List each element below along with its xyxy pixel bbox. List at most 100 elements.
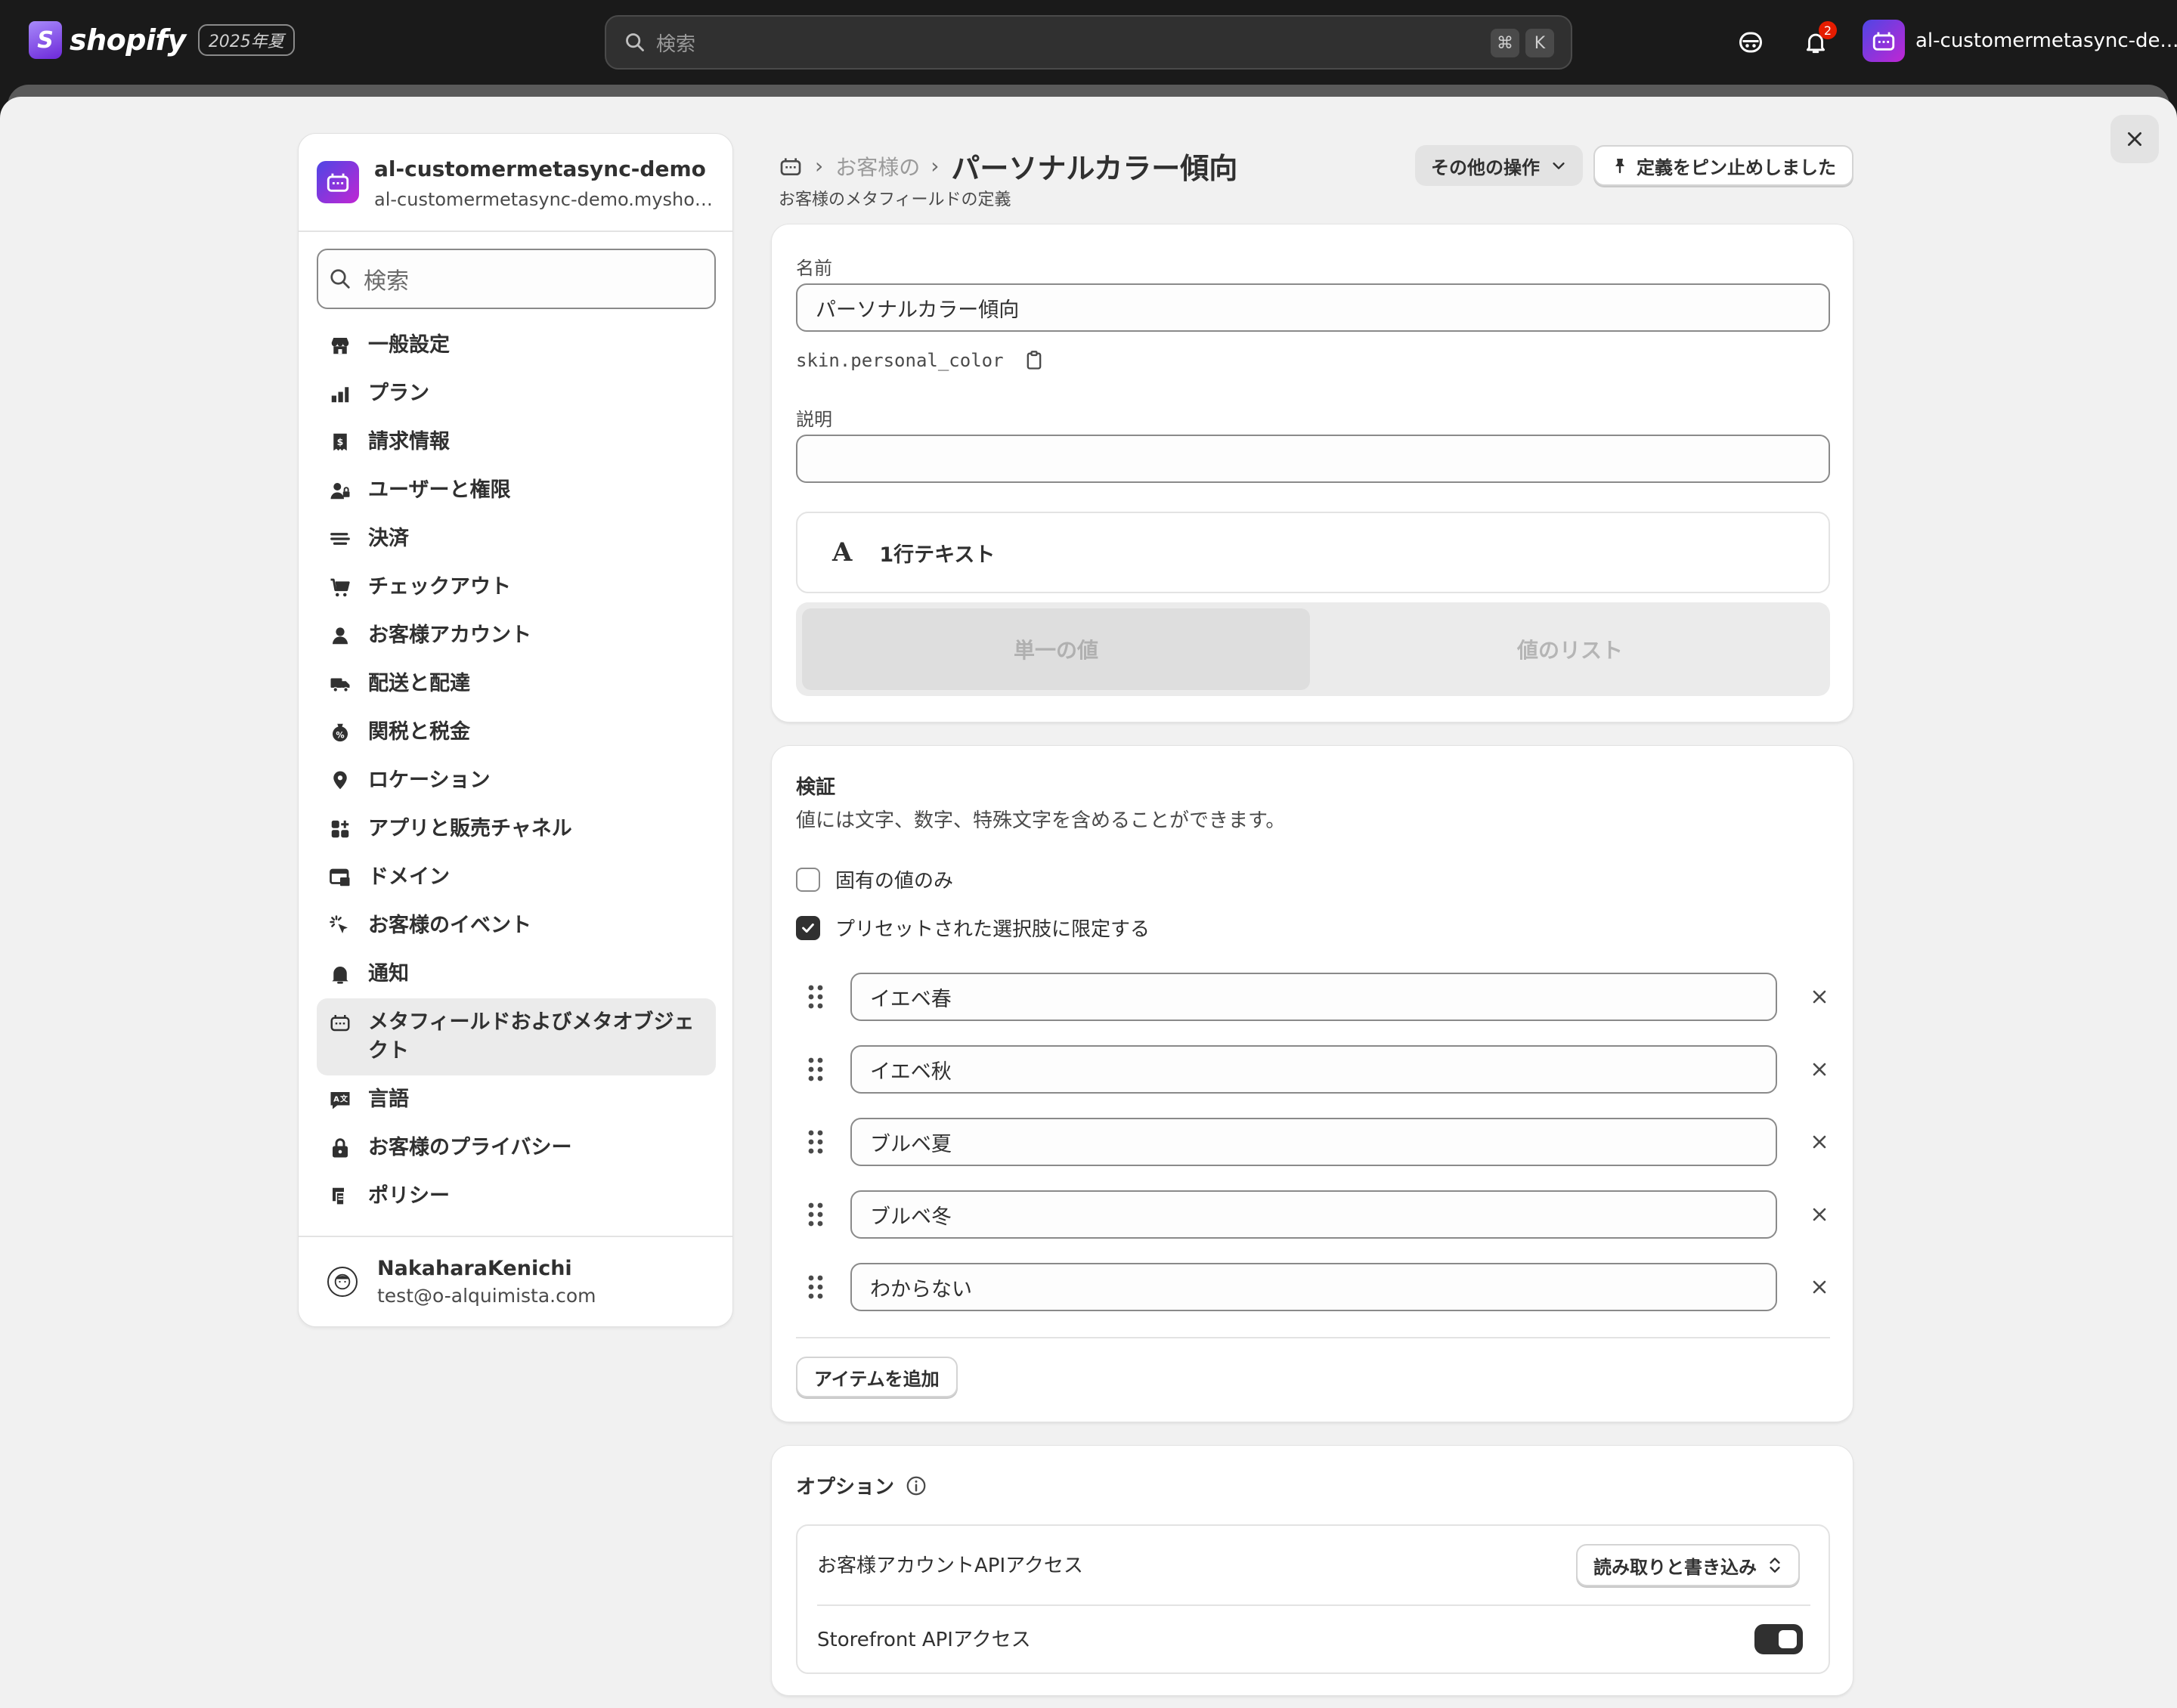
choice-input[interactable]: わからない (850, 1263, 1777, 1311)
description-input[interactable] (796, 435, 1830, 483)
pin-definition-button[interactable]: 定義をピン止めしました (1593, 145, 1853, 186)
drag-handle-icon[interactable] (807, 1056, 825, 1083)
remove-choice-button[interactable] (1807, 1130, 1832, 1154)
remove-choice-button[interactable] (1807, 1275, 1832, 1299)
drag-handle-icon[interactable] (807, 1201, 825, 1228)
add-item-button[interactable]: アイテムを追加 (796, 1357, 958, 1397)
remove-choice-button[interactable] (1807, 985, 1832, 1009)
list-value-option[interactable]: 値のリスト (1316, 608, 1824, 690)
sidebar-item-label: プラン (368, 382, 429, 405)
edition-badge[interactable]: 2025年夏 (197, 24, 295, 56)
bell-icon (327, 960, 353, 989)
sidebar-item-users[interactable]: ユーザーと権限 (317, 466, 716, 515)
truck-icon (327, 670, 353, 698)
sidebar-store-header[interactable]: al-customermetasync-demo al-customermeta… (317, 156, 722, 210)
sidebar-item-notifications[interactable]: 通知 (317, 950, 716, 998)
breadcrumb-separator: › (815, 153, 824, 178)
apps-icon (327, 815, 353, 843)
close-icon (1813, 1063, 1826, 1076)
user-profile[interactable]: NakaharaKenichi test@o-alquimista.com (327, 1257, 596, 1307)
name-input[interactable]: パーソナルカラー傾向 (796, 283, 1830, 332)
payments-icon (327, 524, 353, 553)
events-icon (327, 911, 353, 940)
metafields-icon[interactable] (779, 154, 803, 178)
definition-card: 名前 パーソナルカラー傾向 skin.personal_color 説明 A 1… (771, 224, 1853, 722)
sidebar-item-apps[interactable]: アプリと販売チャネル (317, 805, 716, 853)
store-menu-button[interactable]: al-customermetasync-de... (1863, 20, 2177, 62)
sidebar-item-general[interactable]: 一般設定 (317, 321, 716, 370)
preset-limit-checkbox[interactable] (796, 915, 820, 940)
check-icon (802, 923, 814, 933)
person-icon (327, 621, 353, 650)
sidebar-item-metafields[interactable]: メタフィールドおよびメタオブジェクト (317, 998, 716, 1075)
global-search-input[interactable]: 検索 ⌘ K (605, 15, 1572, 70)
storefront-api-toggle[interactable] (1754, 1624, 1803, 1654)
sidekick-icon[interactable] (1734, 26, 1767, 59)
type-selector[interactable]: A 1行テキスト (796, 512, 1830, 593)
choice-input[interactable]: イエベ秋 (850, 1045, 1777, 1094)
unique-only-row[interactable]: 固有の値のみ (796, 865, 953, 893)
sidebar-item-label: ユーザーと権限 (368, 478, 511, 502)
drag-handle-icon[interactable] (807, 1273, 825, 1301)
sidebar-item-locations[interactable]: ロケーション (317, 757, 716, 805)
sidebar-item-checkout[interactable]: チェックアウト (317, 563, 716, 611)
choice-row: ブルベ冬 (796, 1190, 1830, 1240)
breadcrumb-separator: › (931, 153, 940, 178)
validation-description: 値には文字、数字、特殊文字を含めることができます。 (796, 809, 1286, 832)
sidebar-item-label: 決済 (368, 527, 409, 550)
divider (299, 1236, 732, 1237)
sidebar-item-customer-accounts[interactable]: お客様アカウント (317, 611, 716, 660)
sidebar-item-billing[interactable]: $ 請求情報 (317, 418, 716, 466)
more-actions-label: その他の操作 (1431, 156, 1540, 178)
drag-handle-icon[interactable] (807, 1128, 825, 1156)
more-actions-button[interactable]: その他の操作 (1415, 145, 1583, 186)
sidebar-item-languages[interactable]: A文 言語 (317, 1075, 716, 1124)
sidebar-item-payments[interactable]: 決済 (317, 515, 716, 563)
choice-input[interactable]: ブルベ冬 (850, 1190, 1777, 1239)
page-title: パーソナルカラー傾向 (951, 152, 1238, 185)
sidebar-item-plan[interactable]: プラン (317, 370, 716, 418)
shopify-logo[interactable]: S shopify 2025年夏 (29, 21, 295, 59)
customer-api-select[interactable]: 読み取りと書き込み (1576, 1544, 1800, 1586)
settings-nav: 一般設定 プラン $ 請求情報 ユーザーと権限 決済 チェックアウト お客様アカ… (317, 321, 716, 1221)
sidebar-item-domains[interactable]: ドメイン (317, 853, 716, 902)
sidebar-item-policies[interactable]: ポリシー (317, 1172, 716, 1221)
divider (817, 1604, 1810, 1606)
sidebar-item-label: 請求情報 (368, 430, 450, 453)
store-name: al-customermetasync-de... (1915, 29, 2177, 52)
sidebar-item-customer-events[interactable]: お客様のイベント (317, 902, 716, 950)
breadcrumb-customers-link[interactable]: お客様の (835, 151, 918, 181)
user-name: NakaharaKenichi (377, 1257, 572, 1280)
close-icon (1813, 1135, 1826, 1149)
namespace-key-row: skin.personal_color (796, 350, 1045, 371)
billing-icon: $ (327, 428, 353, 456)
choice-input[interactable]: ブルベ夏 (850, 1118, 1777, 1166)
shopify-bag-icon: S (29, 21, 62, 59)
choice-input[interactable]: イエベ春 (850, 973, 1777, 1021)
description-label: 説明 (796, 409, 832, 430)
validation-card: 検証 値には文字、数字、特殊文字を含めることができます。 固有の値のみ プリセッ… (771, 745, 1853, 1422)
lock-icon (327, 1134, 353, 1162)
language-icon: A文 (327, 1085, 353, 1114)
settings-search-input[interactable]: 検索 (317, 249, 716, 309)
close-button[interactable] (2110, 115, 2159, 163)
store-icon (327, 331, 353, 360)
drag-handle-icon[interactable] (807, 983, 825, 1010)
sidebar-item-shipping[interactable]: 配送と配達 (317, 660, 716, 708)
sidebar-store-name: al-customermetasync-demo (374, 156, 706, 181)
remove-choice-button[interactable] (1807, 1057, 1832, 1081)
copy-icon[interactable] (1023, 350, 1045, 371)
plan-icon (327, 379, 353, 408)
pin-label: 定義をピン止めしました (1637, 156, 1836, 178)
sidebar-item-label: お客様のイベント (368, 914, 531, 937)
breadcrumb: › お客様の › パーソナルカラー傾向 (779, 145, 1237, 187)
sidebar-item-privacy[interactable]: お客様のプライバシー (317, 1124, 716, 1172)
unique-only-checkbox[interactable] (796, 867, 820, 892)
info-icon[interactable] (905, 1474, 927, 1497)
sidebar-item-taxes[interactable]: % 関税と税金 (317, 708, 716, 757)
sidebar-item-label: メタフィールドおよびメタオブジェクト (368, 1010, 695, 1063)
remove-choice-button[interactable] (1807, 1202, 1832, 1227)
single-value-option[interactable]: 単一の値 (802, 608, 1310, 690)
store-avatar (1863, 20, 1905, 62)
preset-limit-row[interactable]: プリセットされた選択肢に限定する (796, 914, 1150, 942)
